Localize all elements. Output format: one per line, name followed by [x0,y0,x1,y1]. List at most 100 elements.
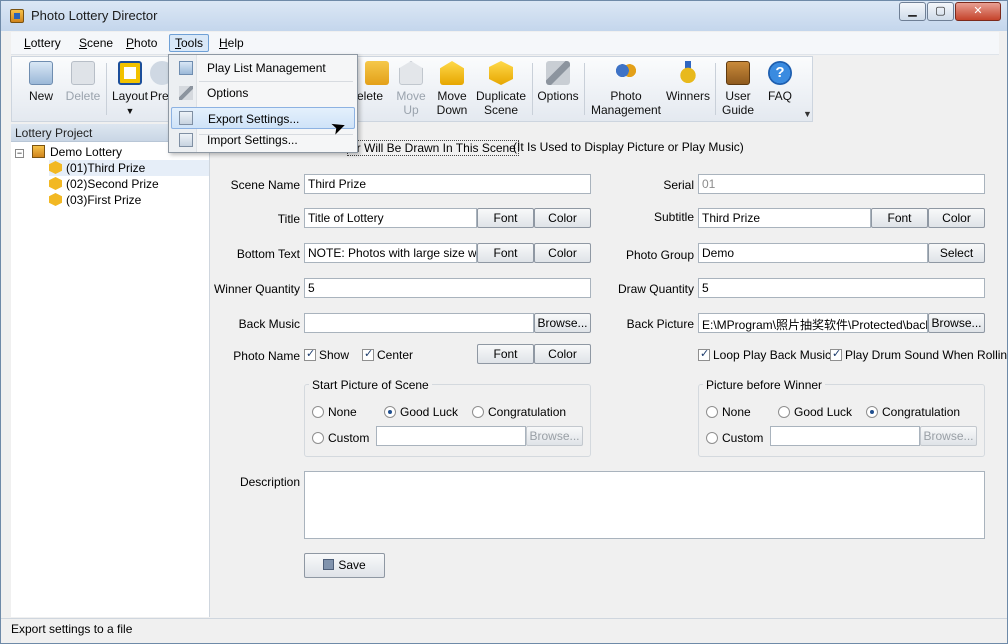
winner-quantity-input[interactable]: 5 [304,278,591,298]
bottom-text-input[interactable]: NOTE: Photos with large size will ma [304,243,477,263]
winner-custom-browse-button[interactable]: Browse... [920,426,977,446]
bottom-text-font-button[interactable]: Font [477,243,534,263]
drum-sound-checkbox[interactable]: Play Drum Sound When Rolling P [830,347,1007,362]
radio-icon [312,432,324,444]
radio-icon [472,406,484,418]
photo-group-input[interactable]: Demo [698,243,928,263]
title-font-button[interactable]: Font [477,208,534,228]
winner-custom-input[interactable] [770,426,920,446]
start-custom-input[interactable] [376,426,526,446]
export-settings-menu-item[interactable]: Export Settings... [171,107,355,129]
minimize-button[interactable]: ▁ [899,2,926,21]
tree-root-item[interactable]: Demo Lottery [32,144,122,160]
subtitle-input[interactable]: Third Prize [698,208,871,228]
status-text: Export settings to a file [11,622,133,636]
start-picture-group-title: Start Picture of Scene [309,378,432,392]
start-custom-radio[interactable]: Custom [312,431,369,445]
delete-icon [71,61,95,85]
scene-header-checkbox-label[interactable]: er Will Be Drawn In This Scene [347,140,519,156]
winner-good-luck-radio[interactable]: Good Luck [778,405,852,419]
toolbar-separator [106,63,107,115]
title-color-button[interactable]: Color [534,208,591,228]
radio-icon [384,406,396,418]
photo-management-button[interactable]: Photo Management [588,59,664,119]
photo-name-color-button[interactable]: Color [534,344,591,364]
checkbox-icon [830,347,842,361]
user-guide-button[interactable]: User Guide [718,59,758,119]
bottom-text-color-button[interactable]: Color [534,243,591,263]
back-picture-label: Back Picture [626,317,694,331]
subtitle-color-button[interactable]: Color [928,208,985,228]
menu-tools[interactable]: Tools [169,34,210,52]
save-button[interactable]: Save [304,553,385,578]
start-congratulation-radio[interactable]: Congratulation [472,405,566,419]
move-up-button[interactable]: Move Up [392,59,430,119]
medal-icon [676,61,700,85]
title-label: Title [277,212,300,226]
faq-button[interactable]: ? FAQ [762,59,798,119]
menu-lottery[interactable]: Lottery [19,35,66,53]
toolbar: New Delete Layout ▼ Pre elete Move Up Move… [11,56,813,122]
start-good-luck-radio[interactable]: Good Luck [384,405,458,419]
start-none-radio[interactable]: None [312,405,357,419]
title-bar: Photo Lottery Director ▁ ▢ ✕ [1,1,1007,31]
title-input[interactable]: Title of Lottery [304,208,477,228]
description-label: Description [239,475,300,489]
winner-congratulation-radio[interactable]: Congratulation [866,405,960,419]
scene-icon [49,177,62,190]
back-music-input[interactable] [304,313,534,333]
tree-item-scene[interactable]: (03)First Prize [49,192,141,208]
close-button[interactable]: ✕ [955,2,1001,21]
preview-button[interactable]: Pre [150,59,174,119]
app-icon [10,9,24,23]
serial-input[interactable]: 01 [698,174,985,194]
show-checkbox[interactable]: Show [304,347,349,362]
delete-button[interactable]: Delete [62,59,104,119]
playlist-icon [179,61,193,75]
delete-scene-button[interactable]: elete [357,59,389,119]
photo-name-font-button[interactable]: Font [477,344,534,364]
checkbox-icon [362,347,374,361]
menu-scene[interactable]: Scene [74,35,118,53]
new-button[interactable]: New [18,59,64,119]
draw-quantity-input[interactable]: 5 [698,278,985,298]
back-picture-input[interactable]: E:\MProgram\照片抽奖软件\Protected\back.jp [698,313,928,333]
duplicate-scene-button[interactable]: Duplicate Scene [473,59,529,119]
maximize-button[interactable]: ▢ [927,2,954,21]
photo-group-label: Photo Group [625,248,694,262]
winners-button[interactable]: Winners [664,59,712,119]
photo-group-select-button[interactable]: Select [928,243,985,263]
scene-name-input[interactable]: Third Prize [304,174,591,194]
start-picture-group [304,384,591,457]
winner-none-radio[interactable]: None [706,405,751,419]
tree-item-scene[interactable]: (02)Second Prize [49,176,159,192]
subtitle-font-button[interactable]: Font [871,208,928,228]
picture-before-winner-group-title: Picture before Winner [703,378,826,392]
description-textarea[interactable] [304,471,985,539]
back-music-label: Back Music [238,317,300,331]
play-list-management-menu-item[interactable]: Play List Management [171,57,355,79]
loop-music-checkbox[interactable]: Loop Play Back Music [698,347,831,362]
layout-button[interactable]: Layout ▼ [110,59,150,119]
serial-label: Serial [663,178,694,192]
start-custom-browse-button[interactable]: Browse... [526,426,583,446]
winner-custom-radio[interactable]: Custom [706,431,763,445]
wrench-icon [546,61,570,85]
menu-photo[interactable]: Photo [121,35,162,53]
options-menu-item[interactable]: Options [171,82,355,104]
radio-icon [706,432,718,444]
toolbar-overflow-icon[interactable]: ▼ [803,109,812,119]
scene-name-label: Scene Name [230,178,300,192]
collapse-icon[interactable]: − [15,149,24,158]
menu-help[interactable]: Help [214,35,249,53]
radio-icon [312,406,324,418]
scene-icon [49,161,62,174]
back-music-browse-button[interactable]: Browse... [534,313,591,333]
import-settings-menu-item[interactable]: Import Settings... [171,129,355,151]
center-checkbox[interactable]: Center [362,347,413,362]
options-button[interactable]: Options [535,59,581,119]
back-picture-browse-button[interactable]: Browse... [928,313,985,333]
import-icon [179,133,193,147]
tree-item-scene[interactable]: (01)Third Prize [49,160,209,176]
move-down-button[interactable]: Move Down [433,59,471,119]
